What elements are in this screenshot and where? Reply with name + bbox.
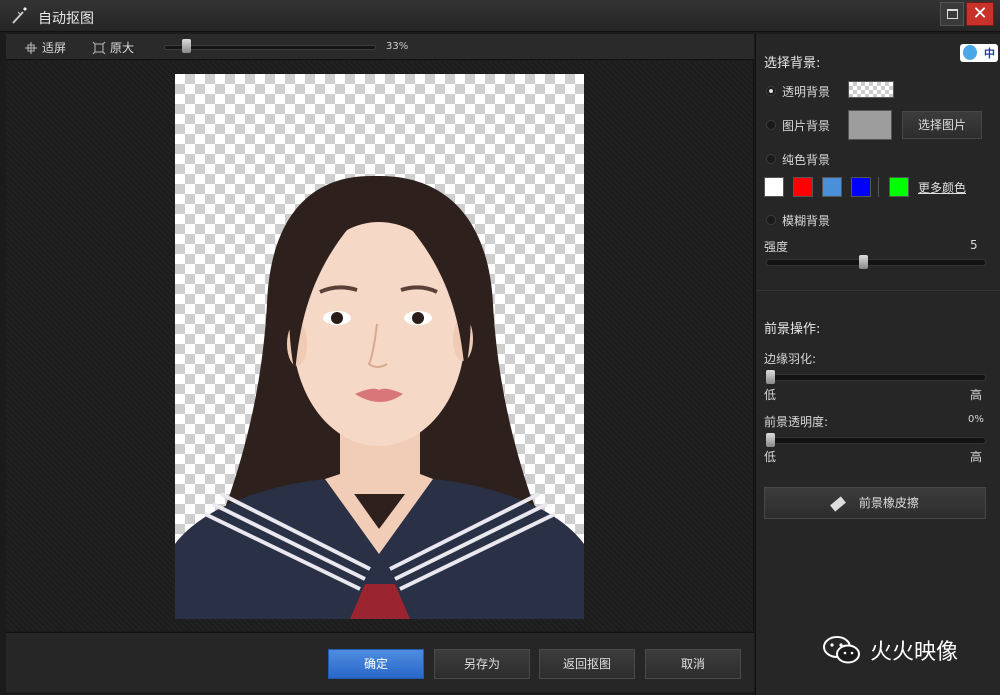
back-to-cutout-button[interactable]: 返回抠图 [539,649,635,679]
feather-high-label: 高 [970,388,983,402]
watermark: 火火映像 [822,634,958,666]
wand-icon [12,7,27,24]
solid-background-label: 纯色背景 [782,153,831,167]
strength-label: 强度 [764,240,789,254]
feather-label: 边缘羽化: [764,352,817,366]
blur-background-label: 模糊背景 [782,214,831,228]
zoom-value: 33% [386,41,409,52]
ime-label: 中 [984,47,995,60]
opacity-high-label: 高 [970,450,983,464]
radio-image-background[interactable] [766,120,776,130]
save-as-button[interactable]: 另存为 [434,649,530,679]
opacity-label: 前景透明度: [764,415,829,429]
strength-value: 5 [970,238,978,252]
transparent-preview [848,81,894,98]
foreground-eraser-button[interactable]: 前景橡皮擦 [764,487,986,519]
cutout-photo [175,74,584,619]
fit-screen-icon [25,41,37,54]
swatch-white[interactable] [764,177,784,197]
opacity-slider-thumb[interactable] [766,433,775,447]
more-colors-link[interactable]: 更多颜色 [918,179,966,196]
action-bar: 确定 另存为 返回抠图 取消 [6,632,754,692]
confirm-button[interactable]: 确定 [328,649,424,679]
strength-slider-thumb[interactable] [859,255,868,269]
wechat-icon [823,636,860,664]
radio-blur-background[interactable] [766,215,776,225]
foreground-eraser-label: 前景橡皮擦 [858,496,919,510]
title-bar: 自动抠图 ✕ [0,0,1000,32]
swatch-divider [878,177,879,197]
zoom-slider[interactable] [164,45,376,50]
original-size-label: 原大 [110,41,135,55]
swatch-light-blue[interactable] [822,177,842,197]
maximize-icon [947,9,958,19]
ime-indicator[interactable]: 中 [960,44,998,62]
feather-slider-thumb[interactable] [766,370,775,384]
radio-solid-background[interactable] [766,154,776,164]
ime-mascot-icon [963,45,977,60]
fit-screen-label: 适屏 [42,41,67,55]
background-heading: 选择背景: [764,56,821,71]
opacity-value: 0% [968,414,984,425]
transparent-background-label: 透明背景 [782,85,831,99]
watermark-text: 火火映像 [870,640,959,665]
radio-transparent-background[interactable] [766,86,776,96]
foreground-heading: 前景操作: [764,322,821,337]
swatch-red[interactable] [793,177,813,197]
zoom-slider-thumb[interactable] [182,39,191,53]
strength-slider[interactable] [766,259,986,266]
image-background-preview [848,110,892,140]
feather-slider[interactable] [766,374,986,381]
settings-panel: 选择背景: 透明背景 图片背景 选择图片 纯色背景 更多颜色 模糊背景 强度 5… [755,34,1000,695]
cancel-button[interactable]: 取消 [645,649,741,679]
portrait-illustration [175,175,584,619]
image-background-label: 图片背景 [782,119,831,133]
original-size-icon [92,41,106,54]
maximize-button[interactable] [940,2,964,26]
panel-separator [756,290,1000,291]
feather-low-label: 低 [764,388,777,402]
eraser-icon [830,495,847,512]
opacity-slider[interactable] [766,437,986,444]
close-icon: ✕ [972,3,988,24]
swatch-green[interactable] [889,177,909,197]
original-size-button[interactable]: 原大 [92,39,134,56]
window-title: 自动抠图 [38,11,94,27]
close-button[interactable]: ✕ [966,2,994,26]
opacity-low-label: 低 [764,450,777,464]
view-toolbar: 适屏 原大 33% [6,34,754,60]
choose-image-button[interactable]: 选择图片 [902,111,982,139]
fit-screen-button[interactable]: 适屏 [24,39,66,56]
swatch-blue[interactable] [851,177,871,197]
